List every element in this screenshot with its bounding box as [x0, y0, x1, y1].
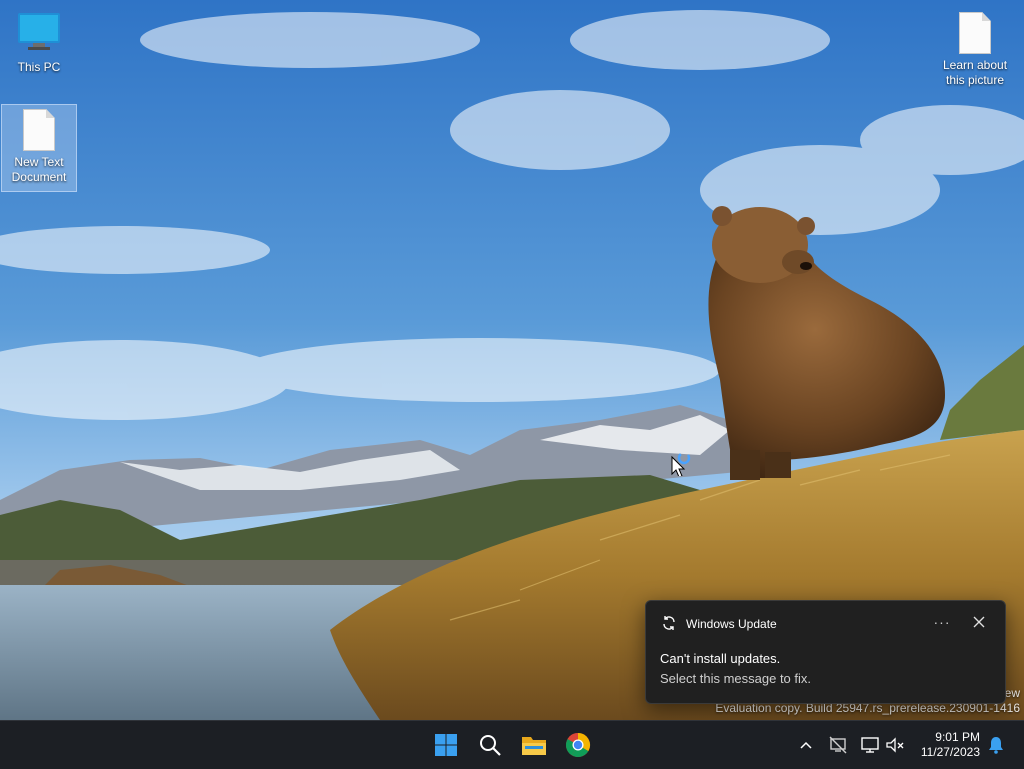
notification-center-button[interactable]: [986, 735, 1006, 755]
toast-message: Select this message to fix.: [660, 671, 812, 686]
search-button[interactable]: [474, 729, 506, 761]
more-options-button[interactable]: ···: [929, 611, 955, 633]
close-icon: [973, 616, 985, 628]
toast-header: Windows Update: [661, 615, 777, 633]
desktop-icon-learn-about-picture[interactable]: Learn about this picture: [937, 8, 1013, 94]
windows-update-notification[interactable]: Windows Update ··· Can't install updates…: [645, 600, 1006, 704]
toast-app-name: Windows Update: [686, 617, 777, 631]
clock-date: 11/27/2023: [920, 745, 980, 759]
show-hidden-icons-button[interactable]: [796, 735, 816, 755]
clock-time: 9:01 PM: [935, 730, 980, 744]
desktop-icon-this-pc[interactable]: This PC: [1, 8, 77, 81]
sync-icon: [661, 615, 677, 634]
volume-button[interactable]: [885, 735, 905, 755]
chrome-icon: [565, 733, 591, 758]
mouse-cursor-icon: [671, 451, 695, 481]
desktop-icon-label: Learn about this picture: [942, 58, 1008, 87]
chrome-button[interactable]: [562, 729, 594, 761]
search-icon: [480, 735, 501, 756]
start-icon: [435, 734, 457, 756]
file-explorer-button[interactable]: [518, 729, 550, 761]
display-settings-button[interactable]: [860, 735, 880, 755]
taskbar: 9:01 PM 11/27/2023: [0, 720, 1024, 769]
watermark-line1: ew: [1004, 686, 1020, 700]
close-button[interactable]: [967, 611, 991, 633]
desktop-icon-new-text-document[interactable]: New Text Document: [1, 104, 77, 192]
toast-title: Can't install updates.: [660, 651, 781, 666]
desktop-icon-label: This PC: [17, 60, 61, 74]
chevron-up-icon: [800, 741, 812, 749]
taskbar-clock[interactable]: 9:01 PM 11/27/2023: [921, 730, 980, 760]
monitor-icon: [1, 12, 77, 56]
desktop-icon-label: New Text Document: [11, 155, 67, 184]
file-explorer-icon: [522, 737, 546, 755]
volume-muted-icon: [886, 737, 904, 753]
bell-icon: [989, 737, 1003, 754]
start-button[interactable]: [430, 729, 462, 761]
text-file-icon: [23, 109, 55, 151]
display-icon: [861, 737, 879, 753]
network-status-button[interactable]: [828, 735, 848, 755]
network-disconnected-icon: [829, 736, 847, 754]
file-icon: [959, 12, 991, 54]
